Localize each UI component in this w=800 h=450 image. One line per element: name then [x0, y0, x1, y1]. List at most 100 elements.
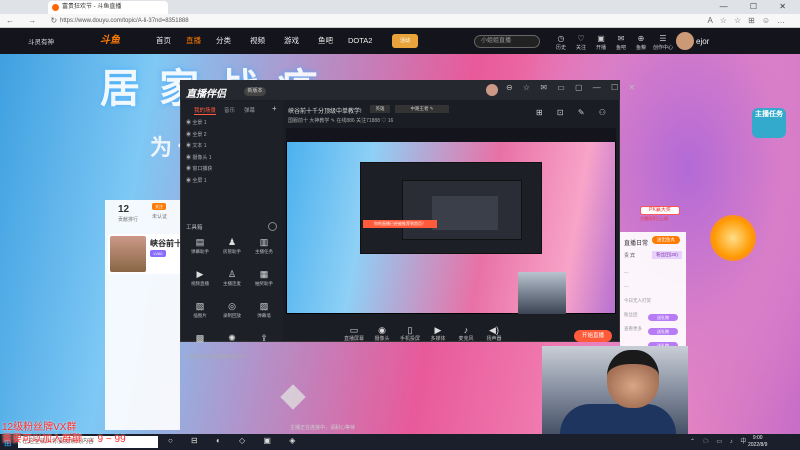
shop-icon[interactable]: ⊕ 鱼粮 — [632, 33, 650, 53]
video-icon[interactable]: ▶ 视频直播 — [186, 268, 214, 298]
list-item: 今日无人打赏 — [624, 298, 651, 303]
scene-item[interactable]: ◉ 全屏 1 — [186, 176, 212, 188]
nav-games[interactable]: 游戏 — [284, 28, 299, 54]
mobile-icon[interactable]: ▯ 手机投屏 — [396, 325, 424, 342]
address-bar: ← → ↻ https://www.douyu.com/topic/A-li-3… — [0, 14, 800, 28]
add-scene-icon[interactable]: + — [272, 104, 277, 113]
browser-tab[interactable]: 富贵狂欢节 - 斗鱼直播 — [48, 1, 168, 14]
room-subcategory-tag[interactable]: 中路王者 ✎ — [395, 105, 449, 113]
danmaku-icon[interactable]: ▤ 弹幕助手 — [186, 236, 214, 266]
gift-icon[interactable]: ✉ 鱼吧 — [612, 33, 630, 53]
site-header: 斗灵有神 斗鱼 首页 直播 分类 视频 游戏 鱼吧 DOTA2 活动 小姐姐直播… — [0, 28, 800, 54]
streamer-name[interactable]: 峡谷前十 — [150, 238, 182, 249]
camera-notice[interactable]: ▲ 如何把你的电脑摄像头接入? — [184, 354, 246, 360]
browser-tab-bar: 富贵狂欢节 - 斗鱼直播 — ☐ ✕ — [0, 0, 800, 14]
record-icon[interactable]: ◎ 录制回放 — [218, 300, 246, 330]
nav-dota2[interactable]: DOTA2 — [348, 28, 372, 54]
rank-label: 贡献排行 — [118, 217, 139, 223]
verify-label: 未认证 — [152, 214, 168, 220]
promo-badge[interactable]: 活动 — [392, 34, 418, 48]
window-controls[interactable]: — ☐ ✕ — [720, 0, 796, 14]
toolbox-label: 工具箱 — [186, 225, 203, 231]
scene-item[interactable]: ◉ 全景 1 — [186, 118, 212, 130]
preview-header — [286, 128, 616, 142]
upload-icon[interactable]: ⇪ — [250, 332, 278, 348]
browser-toolbar-icons[interactable]: A☆☆⊞☺… — [707, 14, 792, 28]
tab-danmaku[interactable]: 弹幕 — [244, 106, 255, 114]
nav-fishbar[interactable]: 鱼吧 — [318, 28, 333, 54]
app-logo: 直播伴侣 — [186, 89, 226, 100]
more-icon[interactable]: ▩ — [186, 332, 214, 348]
rank-panel-title: 直播日常 — [624, 241, 649, 247]
tab-my-scenes[interactable]: 我的场景 — [194, 106, 217, 115]
version-badge[interactable]: 新版本 — [244, 87, 266, 96]
tab-vip[interactable]: 贵宾 — [624, 252, 636, 259]
gift-pill[interactable]: 送礼物 — [648, 314, 678, 321]
assistant-icon[interactable]: ♟ 房管助手 — [218, 236, 246, 266]
media-icon[interactable]: ▶ 多媒体 — [424, 325, 452, 342]
room-category-tag[interactable]: 英雄 — [370, 105, 390, 113]
nav-home[interactable]: 首页 — [156, 28, 171, 54]
gift-effect-icon[interactable]: ✺ — [218, 332, 246, 348]
nav-category[interactable]: 分类 — [216, 28, 231, 54]
douyu-logo[interactable]: 斗鱼 — [100, 34, 136, 48]
streamer-avatar[interactable] — [110, 236, 146, 272]
preview-webcam — [518, 272, 566, 314]
camera-icon[interactable]: ◉ 摄像头 — [368, 325, 396, 342]
url-field[interactable]: https://www.douyu.com/topic/A-li-37nd=83… — [60, 16, 660, 26]
history-icon[interactable]: ◷ 历史 — [552, 33, 570, 53]
task-icon[interactable]: ▥ 主播任务 — [250, 236, 278, 266]
screen-capture-icon[interactable]: ▭ 直播屏幕 — [340, 325, 368, 342]
send-fishball-button[interactable]: 送出鱼丸 — [652, 236, 680, 244]
clock[interactable]: 9:00 2022/8/9 — [748, 435, 767, 449]
level-badge: LV60 — [150, 250, 166, 257]
lottery-icon[interactable]: ▦ 抽奖助手 — [250, 268, 278, 298]
pk-button[interactable]: PK赢大奖 — [640, 206, 680, 215]
go-live-button[interactable]: 开始直播 — [574, 330, 612, 342]
scene-item[interactable]: ◉ 全景 2 — [186, 130, 212, 142]
broadcast-icon[interactable]: ▣ 开播 — [592, 33, 610, 53]
list-item: — — [624, 270, 629, 275]
scene-item[interactable]: ◉ 文本 1 — [186, 141, 212, 153]
app-avatar[interactable] — [486, 84, 498, 96]
tab-music[interactable]: 音乐 — [224, 106, 235, 114]
room-action-icons[interactable]: ⊞ ⊡ ✎ ⚇ — [536, 108, 612, 117]
connection-status: 主播正在连接中，请耐心等待 — [290, 425, 356, 431]
avatar[interactable] — [676, 32, 694, 50]
settings-icon[interactable]: ▨ 弹幕墙 — [250, 300, 278, 330]
connect-icon[interactable]: ♙ 主播连麦 — [218, 268, 246, 298]
system-tray[interactable]: ⌃ ☁ ▭ ♪ 中 — [690, 436, 749, 445]
nav-buttons[interactable]: ← → ↻ — [6, 14, 63, 28]
mascot-badge[interactable]: 主播任务 — [752, 108, 786, 138]
tab-title: 富贵狂欢节 - 斗鱼直播 — [62, 4, 122, 10]
app-window-controls[interactable]: ⊖ ☆ ✉ ▭ ▢ — ☐ ✕ — [506, 83, 639, 92]
speaker-icon[interactable]: ◀) 扬声器 — [480, 325, 508, 342]
site-favicon-icon — [52, 4, 59, 11]
search-input[interactable]: 小姐姐直播 — [474, 35, 540, 48]
webcam-person-head — [607, 350, 659, 408]
list-item[interactable]: 查看更多 — [624, 322, 651, 336]
gift-pill[interactable]: 送礼物 — [648, 328, 678, 335]
mic-icon[interactable]: ♪ 麦克风 — [452, 325, 480, 342]
preview-nested-window — [432, 196, 498, 230]
taskbar-apps[interactable]: ○ ⊟ ◐ ◇ ▣ ◈ — [168, 436, 303, 445]
rank-list: — — 今日无人打赏 粉丝团 查看更多 — [624, 266, 651, 336]
scene-list: ◉ 全景 1 ◉ 全景 2 ◉ 文本 1 ◉ 摄像头 1 ◉ 窗口捕获 ◉ 全屏… — [186, 118, 212, 187]
preview-recommend-banner: 你的直播已经被推荐到首页！ — [363, 220, 437, 228]
nav-live[interactable]: 直播 — [186, 28, 201, 54]
follow-icon[interactable]: ♡ 关注 — [572, 33, 590, 53]
image-icon[interactable]: ▧ 插图片 — [186, 300, 214, 330]
tab-fans[interactable]: 粉丝团(30) — [652, 251, 682, 259]
decoration-flower — [710, 215, 756, 261]
creator-icon[interactable]: ☰ 创作中心 — [652, 33, 674, 53]
room-title[interactable]: 峡谷前十千分顶级中单教学! — [288, 106, 362, 115]
scene-item[interactable]: ◉ 摄像头 1 — [186, 153, 212, 165]
rank-number: 12 — [118, 204, 130, 215]
room-stats: 国服前十 大神教学 ✎ 在线886 关注71888 ♡ 16 — [288, 118, 394, 124]
list-item: — — [624, 284, 629, 289]
scene-item[interactable]: ◉ 窗口捕获 — [186, 164, 212, 176]
nav-video[interactable]: 视频 — [250, 28, 265, 54]
follow-badge[interactable]: 关注 — [152, 203, 166, 210]
toolbox-settings-icon[interactable] — [268, 222, 277, 231]
list-item: 粉丝团 — [624, 312, 638, 317]
